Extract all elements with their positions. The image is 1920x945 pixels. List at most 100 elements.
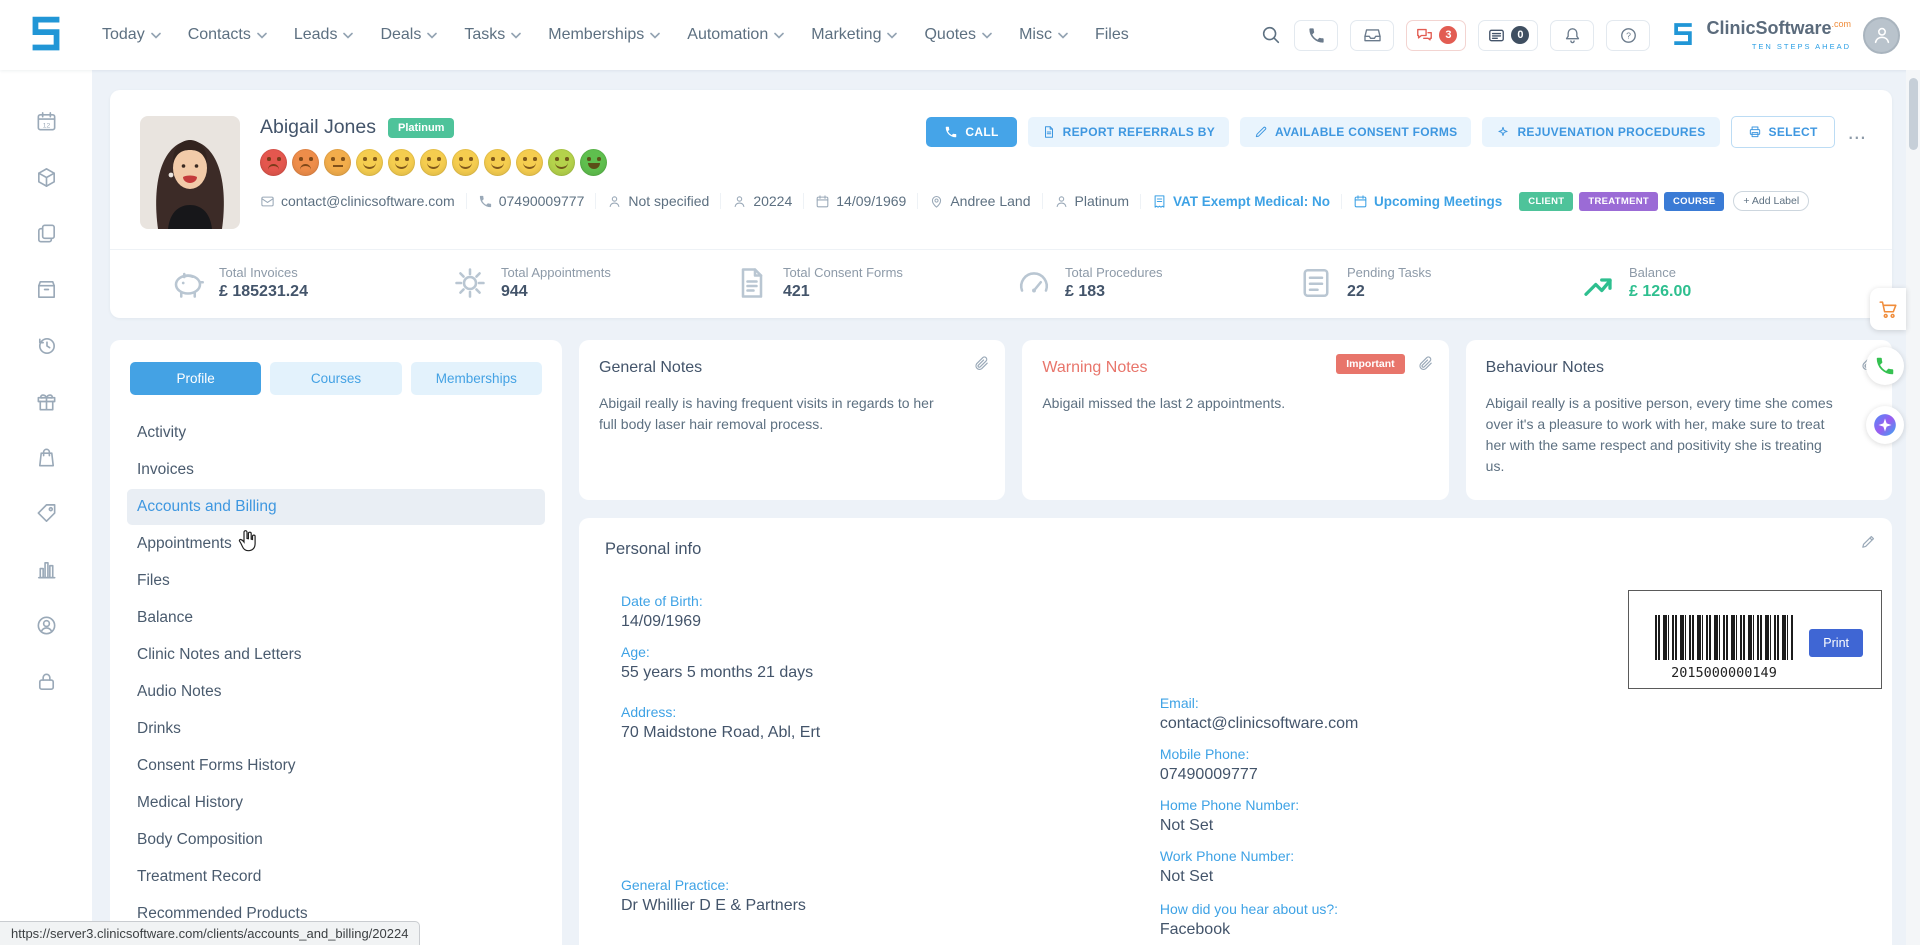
nav-label: Leads	[294, 26, 338, 44]
call-button[interactable]: CALL	[926, 117, 1016, 147]
client-email[interactable]: contact@clinicsoftware.com	[260, 193, 466, 209]
history-icon[interactable]	[35, 334, 58, 357]
stat-value: 944	[501, 283, 611, 301]
app-logo[interactable]	[0, 12, 92, 58]
report-referrals-button[interactable]: REPORT REFERRALS BY	[1028, 117, 1229, 147]
client-contact-row: contact@clinicsoftware.com 07490009777 N…	[260, 191, 1809, 211]
nav-item-leads[interactable]: Leads	[294, 26, 354, 44]
mood-icon[interactable]	[260, 149, 287, 176]
notifications-button[interactable]	[1550, 20, 1594, 51]
calendar-icon[interactable]: 12	[35, 110, 58, 133]
mood-icon[interactable]	[452, 149, 479, 176]
document-icon	[734, 265, 770, 301]
support-icon[interactable]	[35, 614, 58, 637]
pencil-icon[interactable]	[1860, 533, 1877, 550]
mood-icon[interactable]	[484, 149, 511, 176]
packages-icon[interactable]	[35, 166, 58, 189]
chat-button[interactable]: 3	[1406, 20, 1466, 51]
printer-icon	[1748, 125, 1762, 139]
tab-courses[interactable]: Courses	[270, 362, 401, 395]
search-icon[interactable]	[1260, 24, 1282, 46]
chevron-down-icon	[1058, 32, 1068, 39]
reports-chart-icon[interactable]	[35, 558, 58, 581]
menu-item-medical-history[interactable]: Medical History	[127, 785, 545, 821]
mood-icon[interactable]	[388, 149, 415, 176]
pos-button[interactable]: 0	[1478, 20, 1538, 51]
cart-fab[interactable]	[1870, 288, 1906, 330]
mood-icon[interactable]	[292, 149, 319, 176]
nav-item-contacts[interactable]: Contacts	[188, 26, 267, 44]
select-button[interactable]: SELECT	[1731, 116, 1835, 148]
nav-item-marketing[interactable]: Marketing	[811, 26, 897, 44]
warning-notes-body: Abigail missed the last 2 appointments.	[1042, 393, 1390, 414]
mood-icon[interactable]	[356, 149, 383, 176]
inbox-button[interactable]	[1350, 20, 1394, 51]
vat-exempt-link[interactable]: VAT Exempt Medical: No	[1140, 194, 1341, 209]
gauge-icon	[1016, 265, 1052, 301]
stock-box-icon[interactable]	[35, 278, 58, 301]
paperclip-icon[interactable]	[1417, 355, 1434, 372]
shopping-bag-icon[interactable]	[35, 446, 58, 469]
brand-logo[interactable]: ClinicSoftware.com TEN STEPS AHEAD	[1668, 19, 1851, 51]
gift-icon[interactable]	[35, 390, 58, 413]
chevron-down-icon	[887, 32, 897, 39]
menu-item-appointments[interactable]: Appointments	[127, 526, 545, 562]
account-avatar[interactable]	[1863, 17, 1900, 54]
menu-item-treatment-record[interactable]: Treatment Record	[127, 859, 545, 895]
nav-item-quotes[interactable]: Quotes	[924, 26, 992, 44]
menu-item-body-composition[interactable]: Body Composition	[127, 822, 545, 858]
nav-item-today[interactable]: Today	[102, 26, 161, 44]
lock-icon[interactable]	[35, 670, 58, 693]
nav-item-files[interactable]: Files	[1095, 26, 1129, 44]
phone-calls-button[interactable]	[1294, 20, 1338, 51]
nav-item-automation[interactable]: Automation	[687, 26, 784, 44]
mood-icon[interactable]	[420, 149, 447, 176]
nav-label: Misc	[1019, 26, 1052, 44]
nav-item-tasks[interactable]: Tasks	[464, 26, 521, 44]
field-label: General Practice:	[621, 877, 1160, 893]
menu-item-clinic-notes[interactable]: Clinic Notes and Letters	[127, 637, 545, 673]
scrollbar-thumb[interactable]	[1909, 78, 1918, 150]
menu-item-consent-forms-history[interactable]: Consent Forms History	[127, 748, 545, 784]
client-id-text: 20224	[753, 193, 792, 209]
add-label-button[interactable]: + Add Label	[1733, 191, 1809, 211]
menu-item-balance[interactable]: Balance	[127, 600, 545, 636]
help-button[interactable]: ?	[1606, 20, 1650, 51]
client-phone[interactable]: 07490009777	[466, 193, 596, 209]
tab-memberships[interactable]: Memberships	[411, 362, 542, 395]
client-photo-image	[140, 116, 240, 229]
paperclip-icon[interactable]	[973, 355, 990, 372]
nav-item-deals[interactable]: Deals	[380, 26, 437, 44]
upcoming-meetings-link[interactable]: Upcoming Meetings	[1341, 194, 1513, 209]
chevron-down-icon	[982, 32, 992, 39]
whatsapp-fab[interactable]	[1866, 347, 1904, 385]
user-icon	[1054, 194, 1069, 209]
menu-item-drinks[interactable]: Drinks	[127, 711, 545, 747]
copy-documents-icon[interactable]	[35, 222, 58, 245]
menu-item-accounts-and-billing[interactable]: Accounts and Billing	[127, 489, 545, 525]
chat-bubbles-icon	[1415, 26, 1434, 45]
print-button[interactable]: Print	[1809, 629, 1863, 657]
consent-forms-button[interactable]: AVAILABLE CONSENT FORMS	[1240, 117, 1471, 147]
nav-item-misc[interactable]: Misc	[1019, 26, 1068, 44]
mood-icon[interactable]	[580, 149, 607, 176]
field-value: 14/09/1969	[621, 613, 1160, 631]
field-label: Home Phone Number:	[1160, 797, 1866, 813]
mood-icon[interactable]	[516, 149, 543, 176]
menu-item-invoices[interactable]: Invoices	[127, 452, 545, 488]
mood-icon[interactable]	[548, 149, 575, 176]
client-header-card: Abigail Jones Platinum	[110, 90, 1892, 318]
tab-profile[interactable]: Profile	[130, 362, 261, 395]
menu-item-audio-notes[interactable]: Audio Notes	[127, 674, 545, 710]
ai-assistant-fab[interactable]	[1866, 406, 1904, 444]
nav-item-memberships[interactable]: Memberships	[548, 26, 660, 44]
rejuvenation-button[interactable]: REJUVENATION PROCEDURES	[1482, 117, 1719, 147]
top-navigation: Today Contacts Leads Deals Tasks Members…	[0, 0, 1920, 70]
client-photo[interactable]	[140, 116, 240, 229]
menu-item-files[interactable]: Files	[127, 563, 545, 599]
price-tag-icon[interactable]	[35, 502, 58, 525]
stat-value: £ 185231.24	[219, 283, 308, 301]
mood-icon[interactable]	[324, 149, 351, 176]
scrollbar-track[interactable]	[1906, 70, 1920, 945]
menu-item-activity[interactable]: Activity	[127, 415, 545, 451]
